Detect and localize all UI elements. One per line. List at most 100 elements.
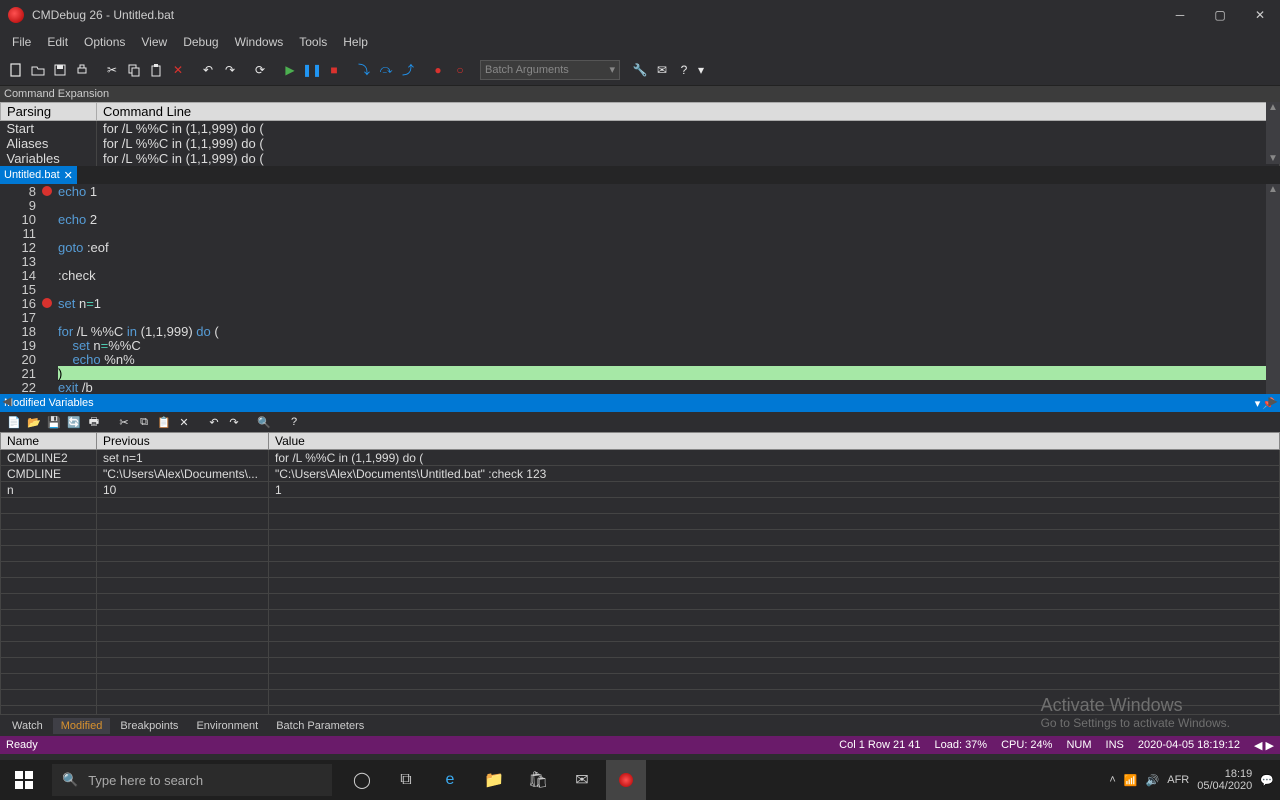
tray-clock[interactable]: 18:19 05/04/2020 [1197,768,1252,792]
code-line[interactable]: set n=1 [58,296,1280,310]
grid-header-name[interactable]: Name [1,433,97,450]
undo-icon[interactable]: ↶ [206,414,222,430]
line-number[interactable]: 20 [0,352,46,366]
cut-icon[interactable]: ✂ [116,414,132,430]
code-line[interactable]: for /L %%C in (1,1,999) do ( [58,324,1280,338]
menu-edit[interactable]: Edit [39,33,76,51]
feedback-icon[interactable]: ✉ [652,60,672,80]
line-number[interactable]: 8 [0,184,46,198]
code-line[interactable] [58,282,1280,296]
code-line[interactable]: goto :eof [58,240,1280,254]
new-file-icon[interactable] [6,60,26,80]
breakpoint-icon[interactable]: ● [428,60,448,80]
paste-icon[interactable] [146,60,166,80]
table-row[interactable]: CMDLINE"C:\Users\Alex\Documents\..."C:\U… [1,466,1280,482]
explorer-icon[interactable]: 📁 [474,760,514,800]
bottom-tab-environment[interactable]: Environment [188,718,266,734]
line-number[interactable]: 14 [0,268,46,282]
line-number[interactable]: 11 [0,226,46,240]
scroll-left-icon[interactable]: ◀ [0,394,14,408]
grid-header-value[interactable]: Value [269,433,1280,450]
refresh-icon[interactable]: ⟳ [250,60,270,80]
taskbar-search[interactable]: 🔍 Type here to search [52,764,332,796]
code-line[interactable] [58,254,1280,268]
stop-icon[interactable]: ■ [324,60,344,80]
redo-icon[interactable]: ↷ [226,414,242,430]
start-button[interactable] [0,760,48,800]
code-line[interactable]: echo %n% [58,352,1280,366]
table-row[interactable]: CMDLINE2set n=1for /L %%C in (1,1,999) d… [1,450,1280,466]
menu-tools[interactable]: Tools [291,33,335,51]
code-line[interactable] [58,226,1280,240]
editor-scrollbar-vertical[interactable]: ▲ [1266,184,1280,394]
tray-network-icon[interactable]: 📶 [1124,774,1138,787]
edge-icon[interactable]: e [430,760,470,800]
table-row[interactable]: n101 [1,482,1280,498]
taskview-icon[interactable]: ⧉ [386,760,426,800]
print-icon[interactable]: 🖶 [86,414,102,430]
find-icon[interactable]: 🔍 [256,414,272,430]
panel-dropdown-icon[interactable]: ▾ [1255,397,1261,410]
line-number[interactable]: 16 [0,296,46,310]
cmdebug-taskbar-icon[interactable] [606,760,646,800]
open-icon[interactable]: 📂 [26,414,42,430]
line-number[interactable]: 15 [0,282,46,296]
copy-icon[interactable]: ⧉ [136,414,152,430]
tray-volume-icon[interactable]: 🔊 [1146,774,1160,787]
step-over-icon[interactable]: ⤼ [376,60,396,80]
undo-icon[interactable]: ↶ [198,60,218,80]
tab-untitled-bat[interactable]: Untitled.bat ✕ [0,166,77,184]
menu-options[interactable]: Options [76,33,133,51]
cortana-icon[interactable]: ◯ [342,760,382,800]
code-line[interactable]: echo 1 [58,184,1280,198]
pause-icon[interactable]: ❚❚ [302,60,322,80]
menu-windows[interactable]: Windows [227,33,292,51]
minimize-button[interactable]: ─ [1160,0,1200,30]
code-line[interactable]: set n=%%C [58,338,1280,352]
code-line[interactable]: exit /b [58,380,1280,394]
cut-icon[interactable]: ✂ [102,60,122,80]
menu-view[interactable]: View [133,33,175,51]
menu-help[interactable]: Help [335,33,376,51]
menu-debug[interactable]: Debug [175,33,226,51]
step-out-icon[interactable]: ⤴ [398,60,418,80]
help-icon[interactable]: ? [674,60,694,80]
scroll-up-icon[interactable]: ▲ [1268,102,1278,113]
scroll-up-icon[interactable]: ▲ [1266,184,1280,195]
redo-icon[interactable]: ↷ [220,60,240,80]
line-number[interactable]: 21 [0,366,46,380]
code-editor[interactable]: 8910111213141516171819202122 echo 1 echo… [0,184,1280,394]
line-number[interactable]: 10 [0,212,46,226]
help-icon[interactable]: ? [286,414,302,430]
tab-close-icon[interactable]: ✕ [64,169,73,182]
delete-icon[interactable]: ✕ [168,60,188,80]
save-icon[interactable] [50,60,70,80]
save-icon[interactable]: 💾 [46,414,62,430]
step-into-icon[interactable]: ⤵ [354,60,374,80]
paste-icon[interactable]: 📋 [156,414,172,430]
scroll-down-icon[interactable]: ▼ [1268,153,1278,164]
maximize-button[interactable]: ▢ [1200,0,1240,30]
mail-icon[interactable]: ✉ [562,760,602,800]
close-button[interactable]: ✕ [1240,0,1280,30]
delete-icon[interactable]: ✕ [176,414,192,430]
code-line[interactable] [58,310,1280,324]
line-number[interactable]: 12 [0,240,46,254]
bottom-tab-modified[interactable]: Modified [53,718,111,734]
scroll-right-icon[interactable]: ▶ [1266,394,1280,408]
code-line[interactable] [58,198,1280,212]
options-icon[interactable]: 🔧 [630,60,650,80]
modified-variables-grid[interactable]: Name Previous Value CMDLINE2set n=1for /… [0,432,1280,714]
grid-header-previous[interactable]: Previous [97,433,269,450]
help-dropdown-icon[interactable]: ▾ [696,60,706,80]
line-number[interactable]: 18 [0,324,46,338]
copy-icon[interactable] [124,60,144,80]
menu-file[interactable]: File [4,33,39,51]
code-line[interactable]: echo 2 [58,212,1280,226]
run-icon[interactable]: ▶ [280,60,300,80]
code-line[interactable]: :check [58,268,1280,282]
bottom-tab-batch-parameters[interactable]: Batch Parameters [268,718,372,734]
batch-arguments-combo[interactable]: Batch Arguments▾ [480,60,620,80]
line-number[interactable]: 9 [0,198,46,212]
open-file-icon[interactable] [28,60,48,80]
